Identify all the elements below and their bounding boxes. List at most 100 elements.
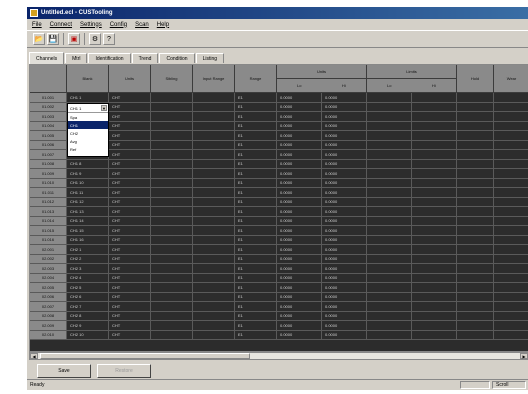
cell-sibling[interactable] — [151, 159, 193, 168]
cell-units[interactable]: CHT — [109, 216, 151, 225]
cell-input-range[interactable] — [193, 207, 235, 216]
col-header-limits-group[interactable]: Limits Lo Hi — [367, 65, 457, 93]
cell-units-hi[interactable]: 0.0000 — [322, 169, 367, 178]
cell-limits-lo[interactable] — [367, 273, 412, 282]
cell-units-lo[interactable]: 0.0000 — [277, 102, 322, 111]
table-row[interactable]: 02.004 CH2 4 CHT E1 0.0000 0.0000 — [30, 273, 528, 283]
cell-wear[interactable] — [494, 321, 528, 330]
cell-units-lo[interactable]: 0.0000 — [277, 216, 322, 225]
channel-grid[interactable]: Blank Units Sibling Input Range Range Un… — [29, 64, 528, 352]
cell-units-hi[interactable]: 0.0000 — [322, 178, 367, 187]
table-row[interactable]: 02.009 CH2 9 CHT E1 0.0000 0.0000 — [30, 321, 528, 331]
cell-units[interactable]: CHT — [109, 226, 151, 235]
dropdown-option-selected[interactable]: CH1 — [68, 121, 108, 129]
cell-limits-hi[interactable] — [412, 292, 457, 301]
row-header[interactable]: 02.002 — [30, 254, 67, 263]
row-header[interactable]: 02.003 — [30, 264, 67, 273]
cell-sibling[interactable] — [151, 131, 193, 140]
cell-units-hi[interactable]: 0.0000 — [322, 216, 367, 225]
cell-units-hi[interactable]: 0.0000 — [322, 121, 367, 130]
cell-units[interactable]: CHT — [109, 178, 151, 187]
cell-range[interactable]: E1 — [235, 311, 277, 320]
menu-help[interactable]: Help — [157, 22, 169, 28]
cell-input-range[interactable] — [193, 245, 235, 254]
row-header[interactable]: 01.014 — [30, 216, 67, 225]
cell-units-hi[interactable]: 0.0000 — [322, 112, 367, 121]
cell-name[interactable]: CH1 13 — [67, 207, 109, 216]
cell-limits-hi[interactable] — [412, 216, 457, 225]
cell-units-lo[interactable]: 0.0000 — [277, 302, 322, 311]
cell-units-lo[interactable]: 0.0000 — [277, 321, 322, 330]
cell-units[interactable]: CHT — [109, 302, 151, 311]
cell-hold[interactable] — [457, 283, 494, 292]
cell-units-lo[interactable]: 0.0000 — [277, 169, 322, 178]
cell-wear[interactable] — [494, 217, 528, 226]
dropdown-option[interactable]: Spa — [68, 113, 108, 121]
cell-hold[interactable] — [457, 235, 494, 244]
cell-sibling[interactable] — [151, 121, 193, 130]
menu-file[interactable]: File — [32, 22, 42, 28]
cell-input-range[interactable] — [193, 264, 235, 273]
cell-sibling[interactable] — [151, 283, 193, 292]
cell-wear[interactable] — [494, 188, 528, 197]
cell-units[interactable]: CHT — [109, 102, 151, 111]
cell-input-range[interactable] — [193, 330, 235, 339]
col-header-sibling[interactable]: Sibling — [151, 65, 193, 93]
cell-range[interactable]: E1 — [235, 235, 277, 244]
cell-name[interactable]: CH2 9 — [67, 321, 109, 330]
cell-limits-lo[interactable] — [367, 112, 412, 121]
restore-button[interactable]: Restore — [97, 364, 151, 378]
cell-units-hi[interactable]: 0.0000 — [322, 264, 367, 273]
cell-units-hi[interactable]: 0.0000 — [322, 245, 367, 254]
print-icon[interactable]: ▣ — [68, 33, 80, 45]
cell-range[interactable]: E1 — [235, 321, 277, 330]
cell-sibling[interactable] — [151, 254, 193, 263]
cell-hold[interactable] — [457, 169, 494, 178]
row-header[interactable]: 01.010 — [30, 178, 67, 187]
cell-units-hi[interactable]: 0.0000 — [322, 254, 367, 263]
row-header[interactable]: 02.009 — [30, 321, 67, 330]
cell-limits-hi[interactable] — [412, 140, 457, 149]
row-header[interactable]: 01.007 — [30, 150, 67, 159]
cell-sibling[interactable] — [151, 140, 193, 149]
row-header[interactable]: 01.013 — [30, 207, 67, 216]
cell-wear[interactable] — [494, 103, 528, 112]
cell-units-lo[interactable]: 0.0000 — [277, 283, 322, 292]
row-header[interactable]: 01.004 — [30, 121, 67, 130]
cell-limits-hi[interactable] — [412, 197, 457, 206]
cell-input-range[interactable] — [193, 273, 235, 282]
cell-limits-hi[interactable] — [412, 188, 457, 197]
cell-limits-hi[interactable] — [412, 150, 457, 159]
table-row[interactable]: 02.005 CH2 5 CHT E1 0.0000 0.0000 — [30, 283, 528, 293]
cell-units-hi[interactable]: 0.0000 — [322, 131, 367, 140]
table-row[interactable]: 01.001 CH1 1 CHT E1 0.0000 0.0000 — [30, 93, 528, 103]
cell-hold[interactable] — [457, 131, 494, 140]
cell-wear[interactable] — [494, 131, 528, 140]
cell-wear[interactable] — [494, 226, 528, 235]
table-row[interactable]: 01.013 CH1 13 CHT E1 0.0000 0.0000 — [30, 207, 528, 217]
cell-input-range[interactable] — [193, 140, 235, 149]
cell-limits-lo[interactable] — [367, 159, 412, 168]
cell-limits-lo[interactable] — [367, 283, 412, 292]
cell-range[interactable]: E1 — [235, 197, 277, 206]
cell-name[interactable]: CH1 15 — [67, 226, 109, 235]
chevron-down-icon[interactable]: ▼ — [101, 105, 107, 111]
cell-wear[interactable] — [494, 236, 528, 245]
cell-sibling[interactable] — [151, 302, 193, 311]
cell-range[interactable]: E1 — [235, 169, 277, 178]
cell-name[interactable]: CH2 5 — [67, 283, 109, 292]
cell-input-range[interactable] — [193, 197, 235, 206]
cell-wear[interactable] — [494, 245, 528, 254]
cell-units-hi[interactable]: 0.0000 — [322, 302, 367, 311]
cell-hold[interactable] — [457, 207, 494, 216]
cell-limits-lo[interactable] — [367, 330, 412, 339]
row-header[interactable]: 02.007 — [30, 302, 67, 311]
cell-input-range[interactable] — [193, 169, 235, 178]
cell-name[interactable]: CH1 9 — [67, 169, 109, 178]
cell-wear[interactable] — [494, 150, 528, 159]
cell-hold[interactable] — [457, 311, 494, 320]
col-header-wear[interactable]: Wear — [494, 65, 528, 93]
cell-units[interactable]: CHT — [109, 169, 151, 178]
cell-wear[interactable] — [494, 312, 528, 321]
row-header[interactable]: 01.002 — [30, 102, 67, 111]
